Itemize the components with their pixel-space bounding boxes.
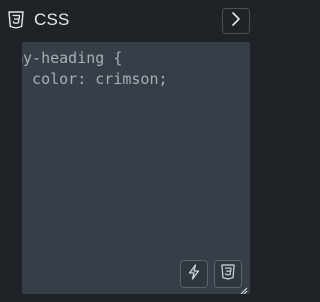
panel-title: CSS <box>34 10 70 29</box>
css3-icon <box>221 263 235 285</box>
code-line: color: crimson; <box>22 70 168 88</box>
chevron-right-icon <box>231 11 241 31</box>
code-content: my-heading { color: crimson; <box>22 48 168 90</box>
css3-icon <box>8 11 24 29</box>
format-button[interactable] <box>180 260 208 288</box>
code-line: my-heading { <box>22 49 123 67</box>
css-editor-panel: CSS my-heading { color: crimson; <box>0 0 262 302</box>
resize-handle[interactable] <box>238 282 248 294</box>
code-editor[interactable]: my-heading { color: crimson; <box>22 42 250 294</box>
panel-header: CSS <box>0 0 262 42</box>
expand-button[interactable] <box>222 8 250 34</box>
lightning-icon <box>187 263 201 285</box>
